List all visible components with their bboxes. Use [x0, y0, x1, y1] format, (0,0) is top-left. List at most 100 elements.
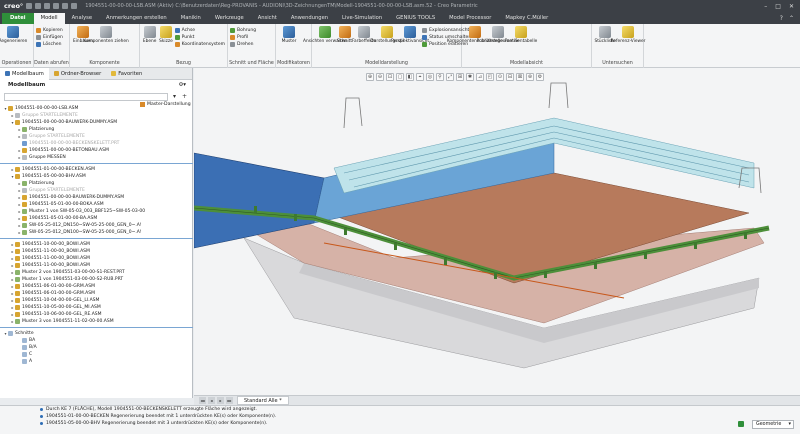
redo-icon[interactable] — [62, 3, 69, 9]
close-button[interactable]: ✕ — [789, 3, 794, 10]
ribbon-tab-werkzeuge[interactable]: Werkzeuge — [208, 13, 251, 24]
ribbon-tab-live-simulation[interactable]: Live-Simulation — [335, 13, 389, 24]
tree-item[interactable]: ▸ 1904551-10-05-00-00-GEL_MI.ASM — [0, 304, 193, 311]
tree-item[interactable]: ▸ Muster 1 von 1904551-03-00-00-S2-RUB.PR… — [0, 276, 193, 283]
add-column-icon[interactable]: + — [181, 93, 188, 100]
view-tool-icon[interactable]: ⊛ — [526, 73, 534, 81]
tab-model-tree[interactable]: Modellbaum — [0, 67, 49, 80]
view-tool-icon[interactable]: ⤢ — [446, 73, 454, 81]
ribbon-tab-genius-tools[interactable]: GENIUS TOOLS — [389, 13, 442, 24]
ribbon-group-label[interactable]: Modifikatoren — [276, 60, 311, 68]
view-tool-icon[interactable]: ⊕ — [366, 73, 374, 81]
ribbon-button[interactable]: Familientabelle — [505, 26, 537, 44]
view-tool-icon[interactable]: ⚲ — [436, 73, 444, 81]
new-icon[interactable] — [26, 3, 33, 9]
model-3d-view[interactable] — [194, 68, 800, 395]
tree-item[interactable]: ▸ Gruppe STARTELEMENTE — [0, 133, 193, 140]
ribbon-tab-anmerkungen-erstellen[interactable]: Anmerkungen erstellen — [99, 13, 174, 24]
ribbon-button[interactable]: Komponenten ziehen — [83, 26, 129, 44]
ribbon-group-label[interactable]: Untersuchen — [592, 60, 643, 68]
tree-item[interactable]: ▸ 1904551-01-00-00-BECKEN.ASM — [0, 166, 193, 173]
tab-standard-all[interactable]: Standard Alle * — [237, 396, 289, 405]
ribbon-button[interactable]: Skizze — [158, 26, 173, 48]
ribbon-group-label[interactable]: Modellabsicht — [462, 60, 591, 68]
view-tool-icon[interactable]: ⊞ — [456, 73, 464, 81]
tree-item[interactable]: ▸ 1904551-00-00-00-BAUWERK-DUMMY.ASM — [0, 194, 193, 201]
help-icon[interactable]: ? — [780, 13, 783, 24]
first-tab-icon[interactable]: ◂◂ — [199, 397, 206, 404]
tree-item[interactable]: ▸ Platzierung — [0, 180, 193, 187]
tree-item[interactable]: ▸ Gruppe MESSEN — [0, 154, 193, 161]
tree-item[interactable]: ▸ SW-05-25-012_DN150~SW-05-25-000_GEN_0~.… — [0, 222, 193, 229]
tree-item[interactable]: ▸ 1904551-05-01-00-00-BA.ASM — [0, 215, 193, 222]
tree-item[interactable]: ▸ 1904551-06-01-00-00-GRM.ASM — [0, 283, 193, 290]
ribbon-button[interactable]: Ebene — [142, 26, 157, 48]
ribbon-button[interactable]: Muster — [278, 26, 300, 44]
ribbon-button[interactable]: Perspektivansicht — [391, 26, 429, 48]
ribbon-button[interactable]: Darstellungsstil — [370, 26, 404, 48]
ribbon-button[interactable]: Farbeffekte — [352, 26, 376, 48]
ribbon-tab-ansicht[interactable]: Ansicht — [251, 13, 284, 24]
view-tool-icon[interactable]: ⊿ — [476, 73, 484, 81]
tree-item[interactable]: ▸ 1904551-10-06-00-00-GEL_RE.ASM — [0, 311, 193, 318]
next-tab-icon[interactable]: ▸ — [217, 397, 224, 404]
ribbon-small-button[interactable]: Bohrung — [230, 27, 256, 34]
graphics-window[interactable]: ⊕ ⊖ ⊡ ▢ ◧ ⌖ ◎ ⚲ ⤢ ⊞ ✱ ⊿ ◰ ⊙ ⊟ ⊠ ⊛ ⚙ — [194, 68, 800, 395]
tree-item[interactable]: ▸ SW-05-25-012_DN100~SW-05-25-000_GEN_0~.… — [0, 229, 193, 236]
tree-item[interactable]: ▸ 1904551-10-04-00-00-GEL_LI.ASM — [0, 297, 193, 304]
tree-item[interactable]: ▸ 1904551-06-01-00-00-GRM.ASM — [0, 290, 193, 297]
prev-tab-icon[interactable]: ◂ — [208, 397, 215, 404]
maximize-button[interactable]: □ — [775, 3, 781, 10]
ribbon-tab-model-processor[interactable]: Model Processor — [442, 13, 498, 24]
tree-item[interactable]: ▾ 1904551-00-00-00-LSB.ASM — [0, 105, 193, 112]
tree-search-input[interactable] — [4, 92, 168, 101]
tree-item[interactable]: ▸ 1904551-10-00-00_BOWI.ASM — [0, 241, 193, 248]
tab-folder-browser[interactable]: Ordner-Browser — [49, 68, 106, 80]
tree-item[interactable]: BA — [0, 337, 193, 344]
minimize-button[interactable]: – — [764, 3, 767, 10]
view-tool-icon[interactable]: ◰ — [486, 73, 494, 81]
tree-item[interactable]: ▸ 1904551-11-00-00_BOWI.ASM — [0, 255, 193, 262]
tree-item[interactable]: ▸ Gruppe STARTELEMENTE — [0, 112, 193, 119]
ribbon-small-button[interactable]: Drehen — [230, 41, 256, 48]
selection-filter-dropdown[interactable]: Geometrie — [752, 420, 794, 429]
view-tool-icon[interactable]: ⊙ — [496, 73, 504, 81]
undo-icon[interactable] — [53, 3, 60, 9]
tree-item[interactable]: B/A — [0, 344, 193, 351]
view-tool-icon[interactable]: ✱ — [466, 73, 474, 81]
tree-item[interactable]: ▸ Platzierung — [0, 126, 193, 133]
open-icon[interactable] — [35, 3, 42, 9]
tree-item[interactable]: ▸ Gruppe STARTELEMENTE — [0, 187, 193, 194]
ribbon-button[interactable]: Regenerieren — [0, 26, 27, 44]
view-tool-icon[interactable]: ⚙ — [536, 73, 544, 81]
view-tool-icon[interactable]: ⊠ — [516, 73, 524, 81]
regenerate-icon[interactable] — [71, 3, 78, 9]
tree-item[interactable]: ▸ Muster 1 von SW-05-03_003_BBF125~SW-05-… — [0, 208, 193, 215]
tree-item[interactable]: ▸ Muster 2 von 1904551-03-00-00-S1-REST.P… — [0, 269, 193, 276]
ribbon-button[interactable]: Schnitt — [337, 26, 352, 48]
save-icon[interactable] — [44, 3, 51, 9]
ribbon-group-label[interactable]: Modelldarstellung — [312, 60, 461, 68]
last-tab-icon[interactable]: ▸▸ — [226, 397, 233, 404]
ribbon-small-button[interactable]: Achse — [174, 27, 225, 34]
ribbon-tab-analyse[interactable]: Analyse — [65, 13, 99, 24]
view-tool-icon[interactable]: ⊟ — [506, 73, 514, 81]
tree-item[interactable]: ▸ 1904551-05-01-00-00-BOKA.ASM — [0, 201, 193, 208]
view-tool-icon[interactable]: ⊖ — [376, 73, 384, 81]
ribbon-small-button[interactable]: Koordinatensystem — [174, 41, 225, 48]
ribbon-small-button[interactable]: Punkt — [174, 34, 225, 41]
tree-item[interactable]: ▸ 1904551-11-00-00_BOWI.ASM — [0, 262, 193, 269]
ribbon-group-label[interactable]: Schnitt und Fläche — [228, 60, 275, 68]
tree-item[interactable]: A — [0, 358, 193, 365]
tab-favorites[interactable]: Favoriten — [106, 68, 147, 80]
ribbon-small-button[interactable]: Profil — [230, 34, 256, 41]
tree-item[interactable]: ▾ Schnitte — [0, 330, 193, 337]
ribbon-tab-manikin[interactable]: Manikin — [174, 13, 208, 24]
ribbon-tab-datei[interactable]: Datei — [2, 13, 34, 24]
view-tool-icon[interactable]: ⌖ — [416, 73, 424, 81]
tree-item[interactable]: ▸ 1904551-11-00-00_BOWI.ASM — [0, 248, 193, 255]
ribbon-tab-anwendungen[interactable]: Anwendungen — [284, 13, 335, 24]
view-tool-icon[interactable]: ▢ — [396, 73, 404, 81]
tree-settings-icon[interactable]: ⚙▾ — [178, 80, 186, 91]
tree-item[interactable]: ▸ 1904551-00-00-00-BETONBAU.ASM — [0, 147, 193, 154]
